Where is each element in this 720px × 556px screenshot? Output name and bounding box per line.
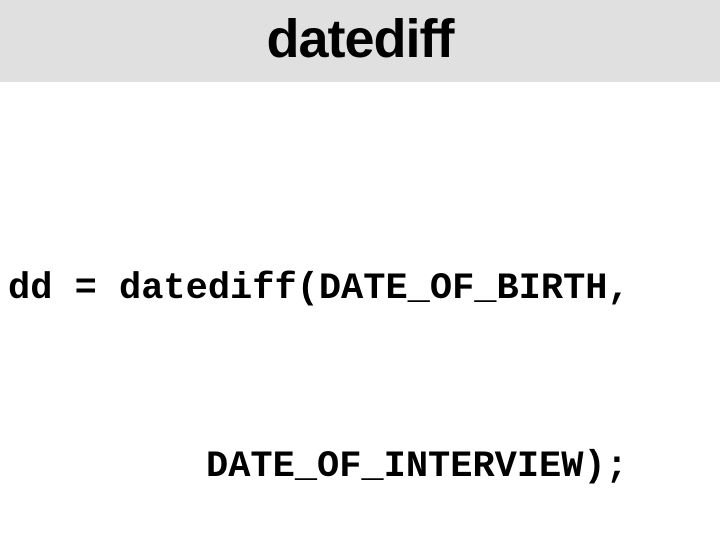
slide-header: datediff [0, 0, 720, 82]
page-title: datediff [0, 8, 720, 70]
code-example: dd = datediff(DATE_OF_BIRTH, DATE_OF_INT… [0, 142, 720, 556]
code-line-1: dd = datediff(DATE_OF_BIRTH, [8, 260, 720, 319]
code-line-2: DATE_OF_INTERVIEW); [8, 438, 720, 497]
